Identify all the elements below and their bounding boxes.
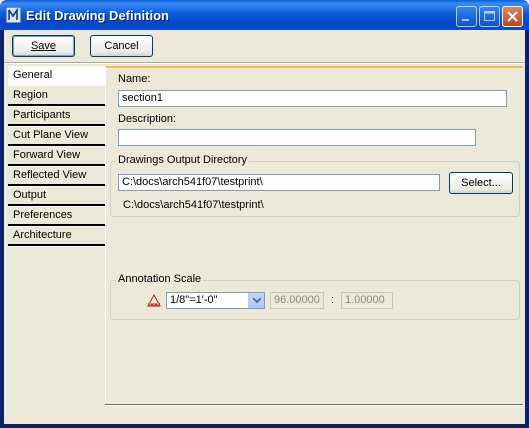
tab-preferences[interactable]: Preferences: [8, 206, 105, 226]
dialog-window: Edit Drawing Definition Save Cancel Gene…: [0, 0, 529, 428]
output-directory-group-title: Drawings Output Directory: [116, 154, 249, 166]
scale-separator: :: [331, 294, 335, 306]
tab-output[interactable]: Output: [8, 186, 105, 206]
tab-list: General Region Participants Cut Plane Vi…: [8, 66, 105, 246]
scale-ruler-icon: [147, 293, 161, 307]
name-field[interactable]: section1: [118, 90, 507, 107]
tab-forward-view-label: Forward View: [13, 149, 81, 161]
tab-general-label: General: [13, 69, 53, 81]
cancel-button[interactable]: Cancel: [90, 35, 153, 57]
toolbar-separator: [4, 62, 525, 64]
select-directory-button-label: Select...: [461, 177, 501, 189]
scale-right-field: 1.00000: [341, 292, 393, 309]
tab-reflected-view-label: Reflected View: [13, 169, 87, 181]
annotation-scale-group-title: Annotation Scale: [116, 273, 204, 285]
save-button[interactable]: Save: [12, 35, 75, 57]
output-directory-resolved: C:\docs\arch541f07\testprint\: [123, 199, 264, 211]
cancel-button-label: Cancel: [104, 40, 139, 52]
output-directory-field[interactable]: C:\docs\arch541f07\testprint\: [118, 174, 440, 191]
tab-reflected-view[interactable]: Reflected View: [8, 166, 105, 186]
title-bar[interactable]: Edit Drawing Definition: [0, 0, 529, 30]
minimize-button[interactable]: [456, 6, 477, 27]
tab-region[interactable]: Region: [8, 86, 105, 106]
close-icon: [507, 11, 518, 22]
name-label: Name:: [118, 73, 151, 85]
tab-participants[interactable]: Participants: [8, 106, 105, 126]
tab-cut-plane-view-label: Cut Plane View: [13, 129, 89, 141]
chevron-down-icon: [253, 298, 261, 303]
select-directory-button[interactable]: Select...: [449, 172, 513, 194]
scale-dropdown[interactable]: 1/8"=1'-0": [166, 292, 265, 309]
minimize-icon: [462, 19, 469, 21]
tab-preferences-label: Preferences: [13, 209, 73, 221]
panel-bottom-divider: [105, 404, 523, 406]
scale-dropdown-arrow[interactable]: [248, 293, 264, 308]
maximize-button[interactable]: [479, 6, 500, 27]
maximize-icon: [484, 11, 495, 21]
general-panel: Name: section1 Description: Drawings Out…: [105, 66, 523, 404]
window-title: Edit Drawing Definition: [26, 8, 169, 23]
tab-participants-label: Participants: [13, 109, 71, 121]
tab-cut-plane-view[interactable]: Cut Plane View: [8, 126, 105, 146]
scale-dropdown-value: 1/8"=1'-0": [170, 294, 218, 306]
dialog-client: Save Cancel General Region Participants …: [4, 30, 525, 424]
close-button[interactable]: [502, 6, 523, 27]
scale-left-field: 96.00000: [270, 292, 324, 309]
tab-architecture[interactable]: Architecture: [8, 226, 105, 246]
description-label: Description:: [118, 113, 177, 125]
save-button-label: Save: [30, 40, 57, 52]
app-icon: [5, 6, 22, 24]
tab-general[interactable]: General: [8, 66, 105, 86]
tab-output-label: Output: [13, 189, 47, 201]
tab-forward-view[interactable]: Forward View: [8, 146, 105, 166]
tab-architecture-label: Architecture: [13, 229, 72, 241]
tab-region-label: Region: [13, 89, 48, 101]
description-field[interactable]: [118, 129, 476, 146]
